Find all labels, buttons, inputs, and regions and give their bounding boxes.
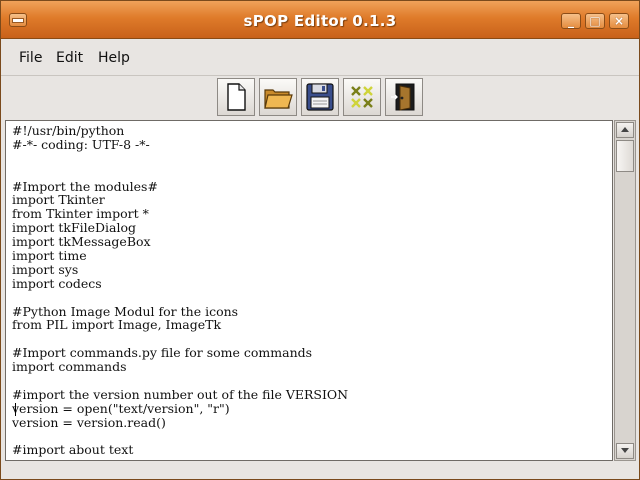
code-line: import time — [12, 248, 87, 264]
code-line: #!/usr/bin/python — [12, 123, 125, 138]
window-title: sPOP Editor 0.1.3 — [243, 12, 397, 30]
vertical-scrollbar[interactable] — [614, 120, 636, 461]
arrow-down-icon — [621, 448, 629, 453]
code-line: from PIL import Image, ImageTk — [12, 317, 222, 333]
code-line: version = version.read() — [12, 414, 166, 430]
minimize-button[interactable]: _ — [561, 13, 581, 29]
code-line: #Import the modules# — [12, 178, 158, 194]
code-line: import codecs — [12, 275, 102, 291]
code-line: from Tkinter import * — [12, 206, 149, 222]
code-line: #Python Image Modul for the icons — [12, 303, 239, 319]
maximize-icon: □ — [589, 14, 601, 28]
arrow-up-icon — [621, 127, 629, 132]
code-line: #import the version number out of the fi… — [12, 386, 349, 402]
code-line: #-*- coding: UTF-8 -*- — [12, 136, 150, 152]
code-line: #import about text — [12, 442, 134, 458]
scroll-up-button[interactable] — [616, 122, 634, 138]
menu-file[interactable]: File — [19, 50, 42, 66]
minimize-icon: _ — [568, 14, 574, 28]
close-icon: × — [613, 14, 625, 28]
code-line: #Import commands.py file for some comman… — [12, 345, 313, 361]
cut-button[interactable] — [343, 78, 381, 116]
close-button[interactable]: × — [609, 13, 629, 29]
code-text: #!/usr/bin/python #-*- coding: UTF-8 -*- #… — [12, 124, 348, 457]
toolbar — [1, 76, 639, 120]
open-file-button[interactable] — [259, 78, 297, 116]
open-folder-icon — [264, 89, 293, 109]
new-file-button[interactable] — [217, 78, 255, 116]
title-bar[interactable]: sPOP Editor 0.1.3 _ □ × — [1, 1, 639, 39]
menu-edit[interactable]: Edit — [56, 50, 83, 66]
menu-bar: File Edit Help — [1, 39, 639, 76]
code-line: import commands — [12, 359, 127, 375]
new-file-icon — [227, 83, 246, 111]
cut-icon — [351, 86, 373, 108]
exit-button[interactable] — [385, 78, 423, 116]
scroll-down-button[interactable] — [616, 443, 634, 459]
exit-door-icon — [391, 83, 415, 111]
scrollbar-thumb[interactable] — [616, 140, 634, 172]
text-caret — [15, 403, 16, 416]
menu-help[interactable]: Help — [98, 50, 130, 66]
save-button[interactable] — [301, 78, 339, 116]
code-editor[interactable]: #!/usr/bin/python #-*- coding: UTF-8 -*- #… — [5, 120, 613, 461]
code-line: import sys — [12, 261, 79, 277]
window-bottom-edge — [1, 462, 639, 479]
save-floppy-icon — [306, 83, 334, 111]
app-window: sPOP Editor 0.1.3 _ □ × File Edit Help #… — [0, 0, 640, 480]
code-line: import tkMessageBox — [12, 234, 151, 250]
code-line: import Tkinter — [12, 192, 105, 208]
code-line: import tkFileDialog — [12, 220, 137, 236]
code-line: version = open("text/version", "r") — [12, 400, 230, 416]
maximize-button[interactable]: □ — [585, 13, 605, 29]
